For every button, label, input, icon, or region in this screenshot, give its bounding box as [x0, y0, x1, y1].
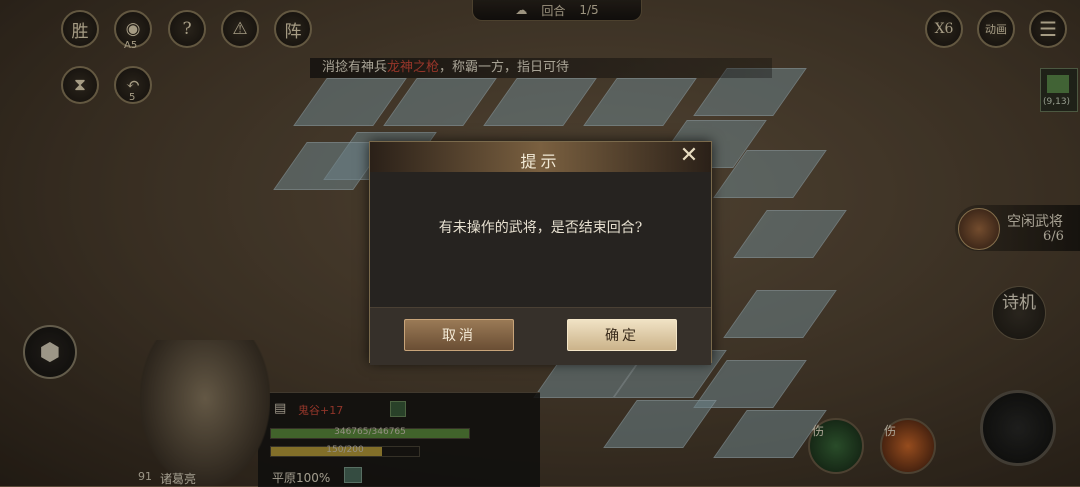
confirm-button[interactable]: 确定: [567, 319, 677, 351]
dialog-footer: 取消 确定: [370, 307, 711, 365]
close-icon[interactable]: ✕: [677, 145, 701, 169]
cancel-button[interactable]: 取消: [404, 319, 514, 351]
dialog-body: 有未操作的武将，是否结束回合?: [370, 172, 711, 307]
dialog-title: 提示: [520, 152, 561, 171]
dialog-message: 有未操作的武将，是否结束回合?: [438, 220, 643, 236]
confirm-end-turn-dialog: 提示 ✕ 有未操作的武将，是否结束回合? 取消 确定: [369, 141, 712, 365]
dialog-header: 提示 ✕: [370, 142, 711, 173]
